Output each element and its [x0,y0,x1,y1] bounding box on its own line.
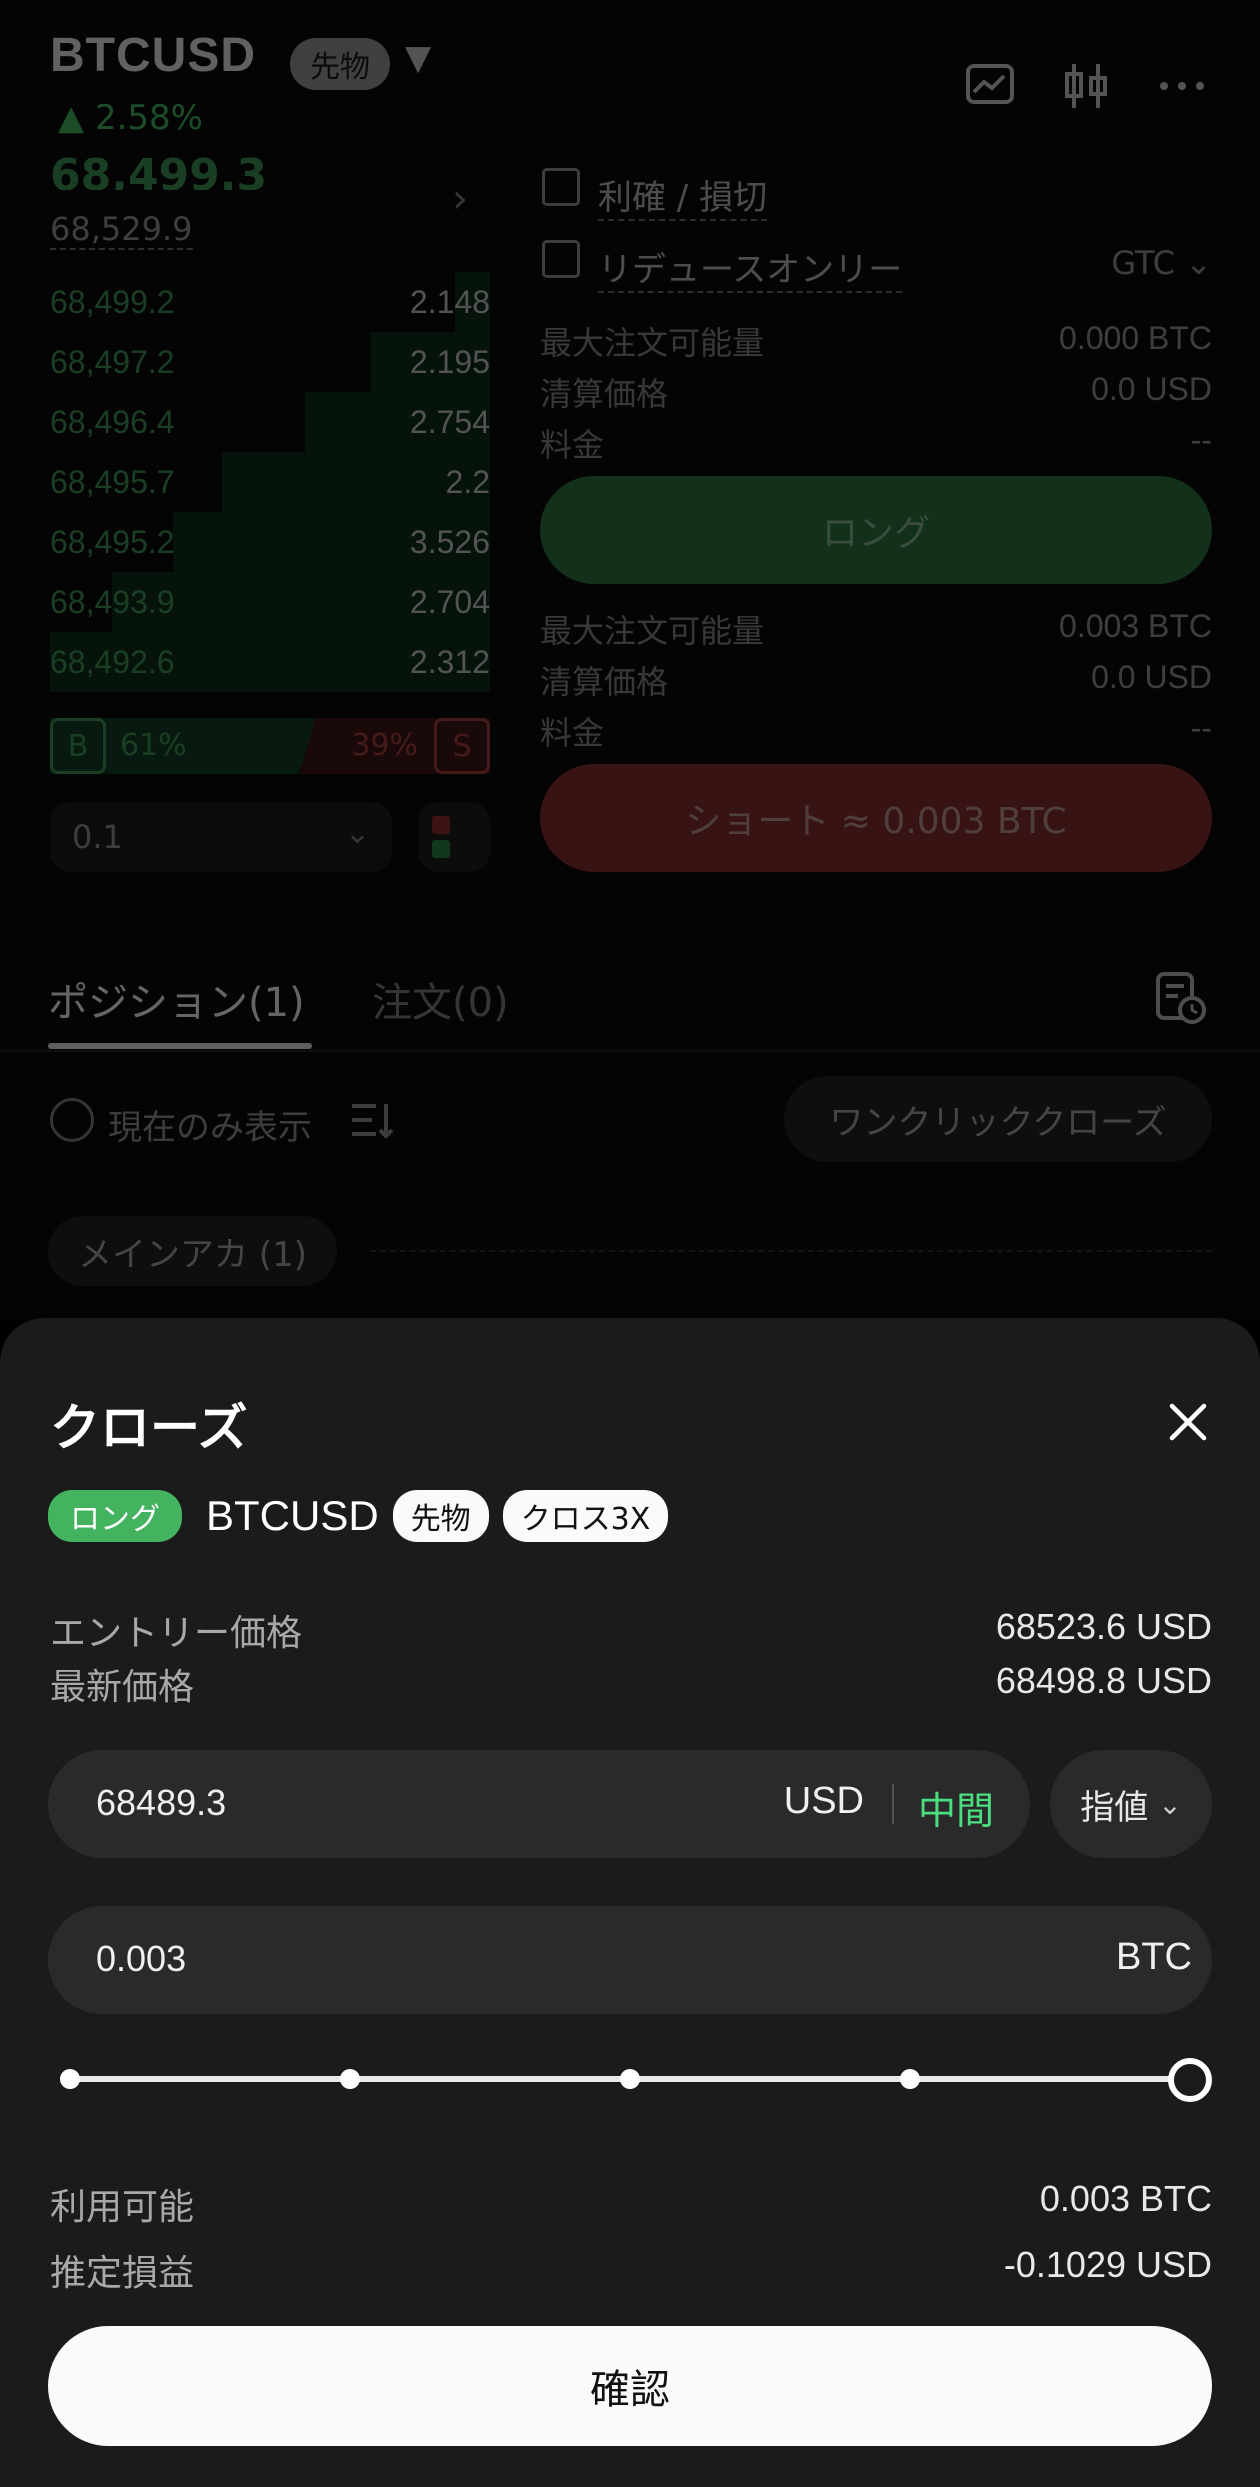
info-value: 0.0 USD [1091,659,1212,695]
position-symbol: BTCUSD [206,1492,379,1539]
precision-select[interactable]: 0.1 ⌄ [50,802,392,872]
bid-qty: 2.754 [409,404,490,440]
pnl-label: 推定損益 [50,2253,195,2294]
info-label: 料金 [540,714,605,752]
chevron-down-icon: ⌄ [1185,244,1212,282]
bid-qty: 2.2 [445,464,490,500]
info-value: 0.0 USD [1091,371,1212,407]
latest-price-label: 最新価格 [50,1667,195,1708]
last-price: 68,499.3 [50,150,268,190]
sort-icon[interactable] [350,1100,396,1140]
side-badge: ロング [48,1490,182,1542]
candlestick-icon[interactable] [1058,58,1114,114]
active-tab-indicator [48,1043,312,1049]
quantity-unit: BTC [1116,1936,1192,1978]
price-unit: USD [783,1780,864,1822]
more-icon[interactable] [1154,58,1210,114]
slider-stop-25[interactable] [340,2069,360,2089]
bid-price[interactable]: 68,496.4 [50,404,175,441]
info-label: 料金 [540,426,605,464]
long-button[interactable]: ロング [540,476,1212,584]
dashed-divider [370,1250,1212,1252]
entry-price-label: エントリー価格 [50,1613,303,1654]
slider-stop-0[interactable] [60,2069,80,2089]
chevron-right-icon[interactable]: › [452,176,468,222]
bid-qty: 2.312 [409,644,490,680]
type-badge: 先物 [392,1490,489,1542]
entry-price-value: 68523.6 USD [995,1606,1212,1647]
tpsl-checkbox[interactable] [542,168,580,206]
tab-orders[interactable]: 注文(0) [372,970,509,1028]
bid-price[interactable]: 68,495.2 [50,524,175,561]
trading-screen: BTCUSD 先物 ▼ ▲ 2.58% 68,499.3 68,529.9 › … [0,0,1260,1320]
price-value[interactable]: 68489.3 [96,1782,226,1824]
info-label: 最大注文可能量 [540,324,765,362]
show-current-only-radio[interactable] [50,1098,94,1142]
bid-price[interactable]: 68,499.2 [50,284,175,321]
reduce-only-checkbox[interactable] [542,240,580,278]
info-value: 0.003 BTC [1059,608,1212,644]
bid-price[interactable]: 68,495.7 [50,464,175,501]
info-value: -- [1190,710,1212,746]
tab-positions[interactable]: ポジション(1) [48,970,305,1028]
pnl-value: -0.1029 USD [1003,2244,1212,2285]
info-label: 清算価格 [540,663,669,701]
confirm-button[interactable]: 確認 [48,2326,1212,2446]
chevron-down-icon[interactable]: ▼ [405,38,431,78]
buy-sell-ratio: B 61% 39% S [50,718,490,774]
bid-price[interactable]: 68,492.6 [50,644,175,681]
slider-stop-75[interactable] [900,2069,920,2089]
mid-price-button[interactable]: 中間 [918,1780,994,1835]
info-value: 0.000 BTC [1059,320,1212,356]
futures-badge: 先物 [290,38,390,90]
divider [0,1050,1260,1052]
order-type-select[interactable]: 指値 ⌄ [1050,1750,1212,1858]
reduce-only-label[interactable]: リデュースオンリー [598,242,903,293]
account-chip[interactable]: メインアカ (1) [48,1216,337,1286]
bid-price[interactable]: 68,493.9 [50,584,175,621]
quantity-slider-thumb[interactable] [1168,2058,1212,2102]
bid-price[interactable]: 68,497.2 [50,344,175,381]
available-value: 0.003 BTC [1039,2178,1212,2219]
sell-label: S [434,718,490,774]
info-label: 最大注文可能量 [540,612,765,650]
buy-label: B [50,718,106,774]
price-change: ▲ 2.58% [58,98,203,138]
close-icon[interactable] [1164,1398,1212,1446]
sell-percent: 39% [351,728,418,763]
chevron-down-icon: ⌄ [1158,1787,1182,1821]
chevron-down-icon: ⌄ [344,816,370,851]
one-click-close-button[interactable]: ワンクリッククローズ [784,1076,1212,1162]
latest-price-value: 68498.8 USD [995,1660,1212,1701]
tif-select[interactable]: GTC ⌄ [1111,244,1212,282]
price-input[interactable]: 68489.3 USD 中間 [48,1750,1030,1858]
available-label: 利用可能 [50,2187,195,2228]
bid-qty: 2.704 [409,584,490,620]
orderbook-layout-icon[interactable] [418,802,490,872]
show-current-only-label[interactable]: 現在のみ表示 [108,1100,312,1149]
separator [892,1784,894,1824]
symbol-title[interactable]: BTCUSD [50,28,256,83]
margin-badge: クロス3X [502,1490,669,1542]
sheet-title: クローズ [50,1399,248,1457]
buy-percent: 61% [120,728,187,763]
bid-qty: 2.148 [409,284,490,320]
quantity-input[interactable]: 0.003 BTC [48,1906,1212,2014]
quantity-value[interactable]: 0.003 [96,1938,186,1980]
position-info: ロング BTCUSD 先物 クロス3X [48,1490,669,1542]
close-position-sheet: クローズ ロング BTCUSD 先物 クロス3X エントリー価格 68523.6… [0,1318,1260,2487]
bid-qty: 2.195 [409,344,490,380]
slider-stop-50[interactable] [620,2069,640,2089]
mark-price[interactable]: 68,529.9 [50,210,193,250]
tpsl-label[interactable]: 利確 / 損切 [598,170,768,221]
bid-qty: 3.526 [409,524,490,560]
info-label: 清算価格 [540,375,669,413]
chart-icon[interactable] [962,58,1018,114]
info-value: -- [1190,422,1212,458]
history-icon[interactable] [1152,970,1208,1026]
short-button[interactable]: ショート ≈ 0.003 BTC [540,764,1212,872]
